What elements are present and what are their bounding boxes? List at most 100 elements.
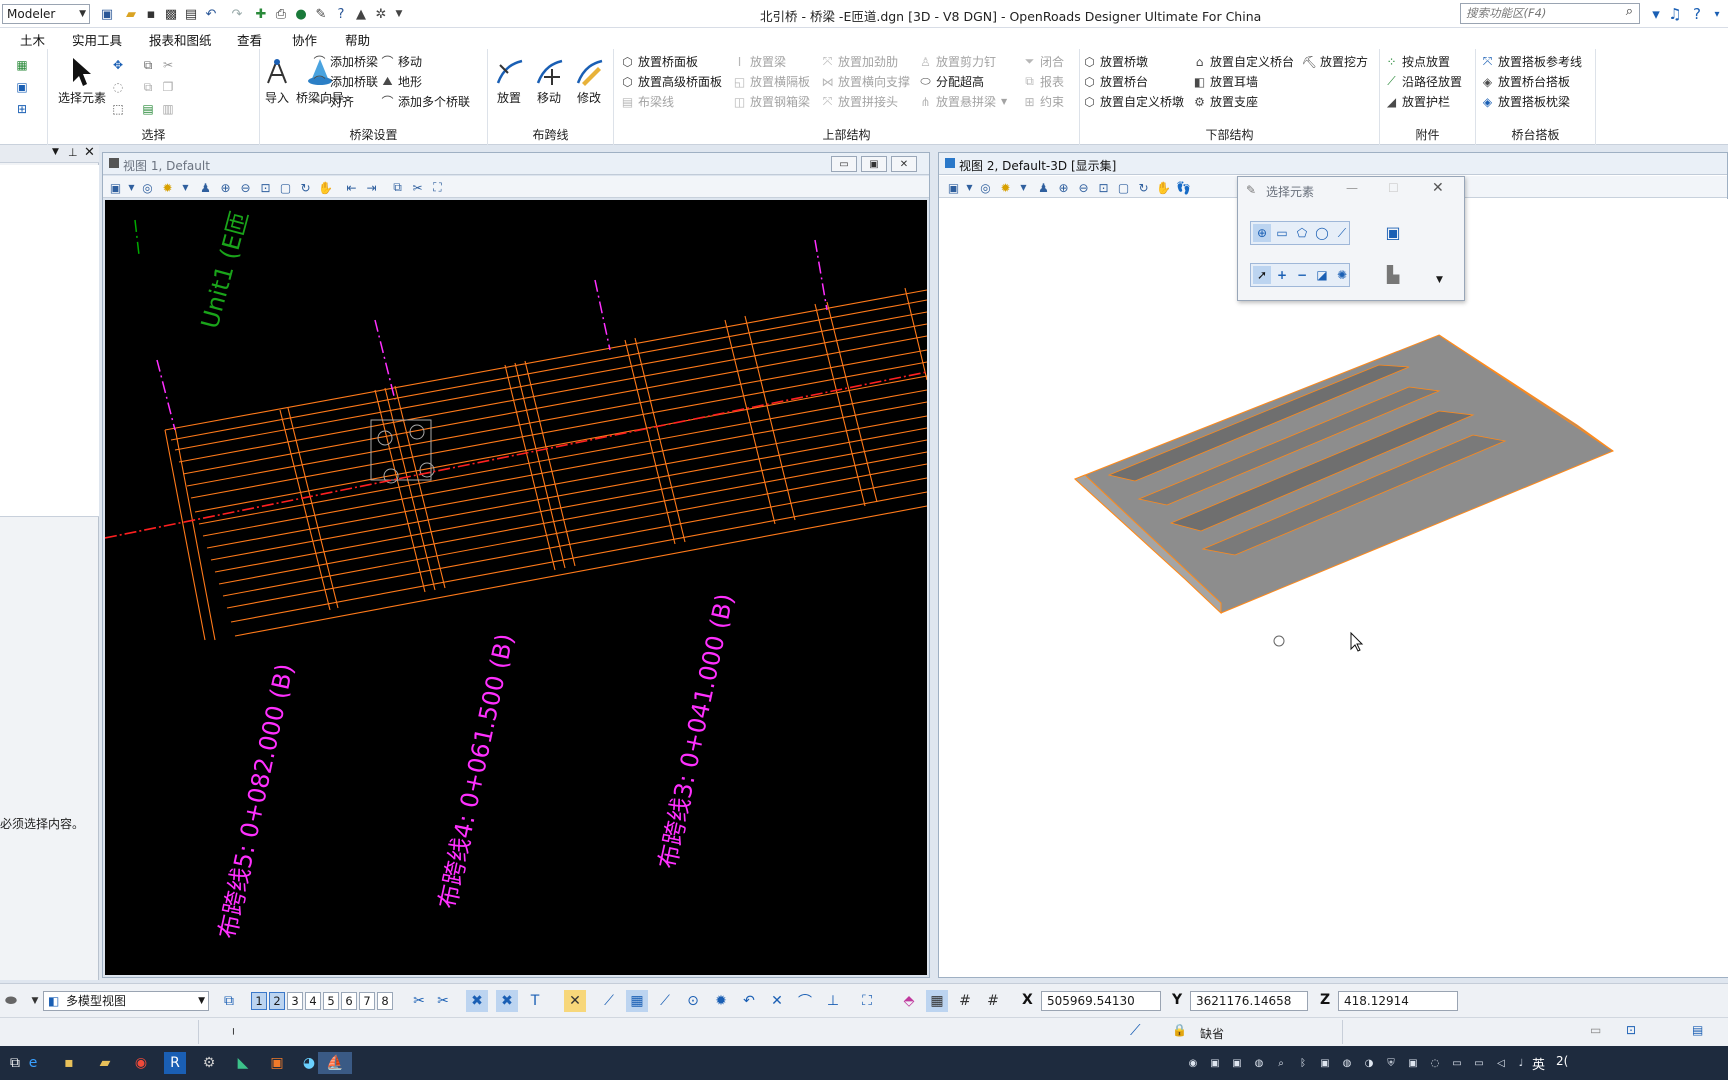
close-button[interactable]: ⏷ 闭合 [1022,53,1064,70]
lighting-icon[interactable]: ✹ [159,179,176,196]
view-toggle-6[interactable]: 6 [341,992,357,1010]
place-ear-wall-button[interactable]: ◧ 放置耳墙 [1192,73,1258,90]
line-select-icon[interactable]: ⟋ [1333,224,1351,242]
add-bridge-button[interactable]: ⌒ 添加桥梁 [312,53,378,70]
customize-icon[interactable]: ▼ [390,5,408,23]
place-shear-stud-button[interactable]: ♙ 放置剪力钉 [918,53,996,70]
individual-select-icon[interactable]: ⊕ [1253,224,1271,242]
subtract-selection-icon[interactable]: − [1293,266,1311,284]
intersection-snap-icon[interactable]: ✕ [766,990,788,1012]
lock-icon[interactable]: 🔒 [1172,1023,1187,1037]
move-bridge-button[interactable]: ⌒ 移动 [380,53,422,70]
ime-indicator[interactable]: 英 [1532,1054,1545,1073]
save-settings-icon[interactable]: ▩ [162,5,180,23]
revit-icon[interactable]: R [164,1052,186,1074]
view-attributes-icon-2[interactable]: ▣ [945,179,962,196]
view-toggle-7[interactable]: 7 [359,992,375,1010]
place-pier-button[interactable]: ⬡ 放置桥墩 [1082,53,1148,70]
place-segment-button[interactable]: ⋔ 放置悬拼梁 ▼ [918,93,1007,110]
design-history-icon[interactable]: ▭ [1590,1023,1601,1037]
terrain-button[interactable]: ⛰ 地形 [380,73,422,90]
bluetooth-icon[interactable]: ᛒ [1296,1056,1310,1070]
place-cross-brace-button[interactable]: ⋈ 放置横向支撑 [820,73,911,90]
snap-icon[interactable]: ✂ [408,990,430,1012]
explorer-icon[interactable]: ▰ [94,1052,116,1074]
walk-icon[interactable]: 👣 [1175,179,1192,196]
place-custom-abutment-button[interactable]: ⌂ 放置自定义桥台 [1192,53,1294,70]
view-mode-select[interactable]: ◧ 多模型视图 ▼ [43,991,209,1011]
view-toggle-3[interactable]: 3 [287,992,303,1010]
gear-app-icon[interactable]: ⚙ [198,1052,220,1074]
snap-mode-2-icon[interactable]: ✖ [496,990,518,1012]
block-select-icon[interactable]: ▭ [1273,224,1291,242]
keypoint-snap-icon[interactable]: ✕ [564,990,586,1012]
minimize-icon-2[interactable]: — [1346,181,1358,195]
chrome-icon[interactable]: ◉ [130,1052,152,1074]
pan-view-icon[interactable]: ✋ [317,179,334,196]
minimize-icon[interactable]: ▭ [831,156,857,172]
y-coordinate-input[interactable]: 3621176.14658 [1190,991,1308,1011]
place-splice-button[interactable]: ⤧ 放置拼接头 [820,93,898,110]
dropdown-icon[interactable]: ▼ [123,179,140,196]
copy-icon[interactable]: ⧉ [140,79,156,95]
x-coordinate-input[interactable]: 505969.54130 [1041,991,1161,1011]
dropdown-icon-4[interactable]: ▼ [1015,179,1032,196]
model-icon[interactable]: ▣ [14,79,30,95]
next-view-icon[interactable]: ⇥ [363,179,380,196]
new-selection-icon[interactable]: ➚ [1253,266,1271,284]
beam-line-button[interactable]: ▤ 布梁线 [620,93,674,110]
select-all-icon[interactable]: ✥ [110,57,126,73]
menu-help[interactable]: 帮助 [341,30,374,49]
zoom-out-icon[interactable]: ⊖ [237,179,254,196]
clip-volume-icon[interactable]: ✂ [409,179,426,196]
tree-icon[interactable]: ⊞ [14,101,30,117]
midpoint-snap-icon[interactable]: ⟋ [654,990,676,1012]
place-bearing-button[interactable]: ⚙ 放置支座 [1192,93,1258,110]
tray-app-5-icon[interactable]: ▣ [1318,1056,1332,1070]
place-beam-button[interactable]: Ⅰ 放置梁 [732,53,786,70]
help-icon[interactable]: ? [332,5,350,23]
perpendicular-snap-icon[interactable]: ⊥ [822,990,844,1012]
menu-civil[interactable]: 土木 [16,30,50,51]
fit-view-icon[interactable]: ▢ [277,179,294,196]
redo-icon[interactable]: ↷ [228,5,246,23]
dropdown-icon-3[interactable]: ▼ [961,179,978,196]
origin-snap-icon[interactable]: ✹ [710,990,732,1012]
orange-app-icon[interactable]: ▣ [266,1052,288,1074]
copy-view-icon[interactable]: ⧉ [389,179,406,196]
pattern-snap-icon[interactable]: ▦ [626,990,648,1012]
view-2-canvas[interactable] [939,199,1728,977]
place-steel-box-button[interactable]: ◫ 放置钢箱梁 [732,93,810,110]
place-custom-pier-button[interactable]: ⬡ 放置自定义桥墩 [1082,93,1184,110]
place-sleeper-beam-button[interactable]: ◈ 放置搭板枕梁 [1480,93,1570,110]
display-style-icon-2[interactable]: ◎ [977,179,994,196]
text-snap-icon[interactable]: T [524,990,546,1012]
menu-view[interactable]: 查看 [233,30,266,49]
panel-menu-icon[interactable]: ▼ [52,147,59,157]
report-button[interactable]: ⧉ 报表 [1022,73,1064,90]
help-circle-icon[interactable]: ? [1686,3,1708,25]
place-diaphragm-button[interactable]: ◱ 放置横隔板 [732,73,810,90]
wrench-icon[interactable]: ✎ [312,5,330,23]
word-icon[interactable]: ▪ [58,1052,80,1074]
align-button[interactable]: ⤳ 对齐 [312,93,354,110]
place-barrier-button[interactable]: ◢ 放置护栏 [1384,93,1450,110]
grid-display-icon[interactable]: # [982,990,1004,1012]
place-span-button[interactable]: 放置 [492,55,526,106]
workflow-icon[interactable]: ▣ [98,5,116,23]
menu-reports[interactable]: 报表和图纸 [145,30,216,49]
view-toggle-2[interactable]: 2 [269,992,285,1010]
clip-mask-icon[interactable]: ⛶ [429,179,446,196]
place-slab-ref-line-button[interactable]: ⤧ 放置搭板参考线 [1480,53,1582,70]
update-view-icon-2[interactable]: ♟ [1035,179,1052,196]
active-level[interactable]: 缺省 [1200,1025,1224,1042]
select-by-attribute-icon[interactable]: ▙ [1384,265,1402,284]
save-icon[interactable]: ▪ [142,5,160,23]
taskbar-clock[interactable]: 2( [1556,1054,1568,1068]
view-1-canvas[interactable]: Unit1 (E匝 布跨线5: 0+082.000 (B) 布跨线4: 0+06… [105,200,927,975]
previous-view-icon[interactable]: ⇤ [343,179,360,196]
green-app-icon[interactable]: ◣ [232,1052,254,1074]
invert-selection-icon[interactable]: ◪ [1313,266,1331,284]
zoom-in-icon-2[interactable]: ⊕ [1055,179,1072,196]
place-adv-deck-button[interactable]: ⬡ 放置高级桥面板 [620,73,722,90]
